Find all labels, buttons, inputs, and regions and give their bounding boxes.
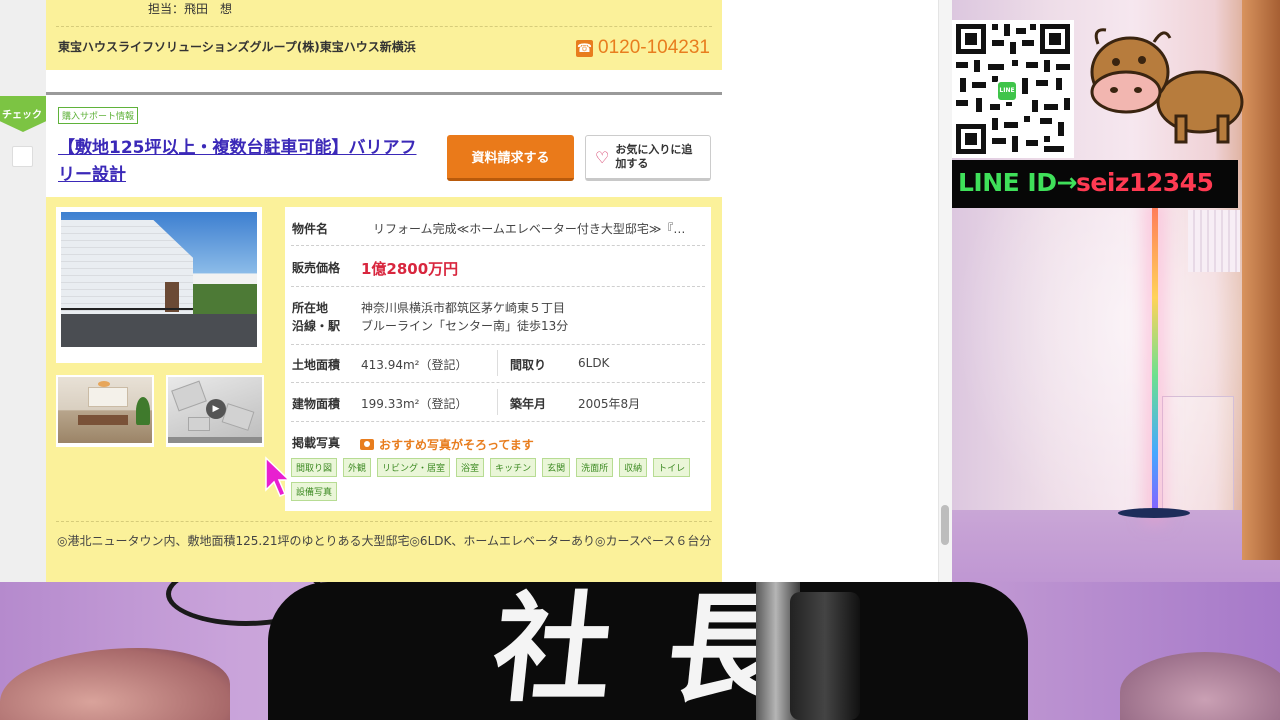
location-label: 所在地 [292, 301, 329, 315]
listing-description: ◎港北ニュータウン内、敷地面積125.21坪のゆとりある大型邸宅◎6LDK、ホー… [57, 534, 712, 548]
previous-listing-footer: 担当：飛田 想 東宝ハウスライフソリューションズグループ(株)東宝ハウス新横浜 … [46, 0, 722, 70]
rgb-floor-lamp [1152, 205, 1158, 515]
heart-icon: ♡ [595, 147, 610, 167]
photo-tag[interactable]: キッチン [490, 458, 537, 477]
photo-tag[interactable]: 浴室 [456, 458, 485, 477]
photo-tag[interactable]: 間取り図 [291, 458, 338, 477]
layout-value: 6LDK [578, 356, 610, 370]
recommended-photos-note: おすすめ写真がそろってます [360, 436, 534, 453]
add-favorite-button[interactable]: ♡ お気に入りに追加する [585, 135, 711, 181]
listing-body: ▶ 物件名 リフォーム完成≪ホームエレベーター付き大型邸宅≫『… 販売価格 1億… [46, 197, 722, 582]
land-area-value: 413.94m²（登記） [361, 358, 468, 372]
scrollbar-track[interactable] [938, 0, 952, 582]
photos-note-text: おすすめ写真がそろってます [379, 438, 534, 452]
phone-icon: ☎ [576, 39, 593, 57]
property-name-value: リフォーム完成≪ホームエレベーター付き大型邸宅≫『… [373, 222, 686, 236]
photo-tag[interactable]: 設備写真 [291, 482, 338, 501]
main-photo[interactable] [56, 207, 262, 363]
left-gutter [0, 0, 46, 582]
purchase-support-badge: 購入サポート情報 [58, 107, 139, 124]
price-value: 1億2800万円 [361, 260, 459, 278]
building-area-value: 199.33m²（登記） [361, 397, 468, 411]
add-favorite-label: お気に入りに追加する [615, 143, 693, 170]
line-id-label: LINE ID→ [958, 168, 1077, 197]
thumbnail-video[interactable]: ▶ [166, 375, 264, 447]
line-id-banner: LINE ID→ seiz12345 [952, 160, 1238, 208]
request-info-button[interactable]: 資料請求する [447, 135, 574, 181]
property-name-label: 物件名 [292, 222, 329, 236]
cursor-arrow-icon [265, 456, 290, 497]
presenter-arm [0, 648, 230, 720]
line-station-value: ブルーライン「センター南」徒歩13分 [361, 319, 569, 333]
presenter-hand [1120, 652, 1280, 720]
compare-checkbox[interactable] [12, 146, 33, 167]
phone-contact[interactable]: ☎ 0120-104231 [576, 37, 710, 59]
photos-label: 掲載写真 [292, 436, 341, 450]
photo-tag[interactable]: 外観 [343, 458, 372, 477]
built-date-label: 築年月 [510, 397, 547, 411]
layout-label: 間取り [510, 358, 547, 372]
right-gutter [722, 0, 938, 582]
divider [56, 26, 712, 27]
webcam-presenter: 社長 [0, 582, 1280, 720]
play-icon[interactable]: ▶ [206, 399, 226, 419]
line-app-icon: LINE [996, 80, 1018, 102]
building-area-label: 建物面積 [292, 397, 341, 411]
photo-tag[interactable]: リビング・居室 [377, 458, 451, 477]
video-tour-image: ▶ [168, 377, 262, 443]
price-label: 販売価格 [292, 261, 341, 275]
listing-page: 担当：飛田 想 東宝ハウスライフソリューションズグループ(株)東宝ハウス新横浜 … [0, 0, 952, 582]
living-room-image [58, 377, 152, 443]
scrollbar-thumb[interactable] [941, 505, 949, 545]
land-area-label: 土地面積 [292, 358, 341, 372]
cow-mascot-illustration [1090, 28, 1244, 144]
photo-tag-list: 間取り図 外観 リビング・居室 浴室 キッチン 玄関 洗面所 収納 トイレ設備写真 [291, 458, 701, 501]
house-exterior-image [61, 212, 257, 347]
photo-tag[interactable]: 玄関 [542, 458, 571, 477]
microphone-arm [790, 592, 860, 720]
company-name: 東宝ハウスライフソリューションズグループ(株)東宝ハウス新横浜 [58, 40, 416, 54]
check-label: チェック [2, 110, 42, 121]
listing-header: 購入サポート情報 【敷地125坪以上・複数台駐車可能】バリアフリー設計 資料請求… [46, 95, 722, 197]
phone-number[interactable]: 0120-104231 [598, 37, 710, 59]
divider [56, 521, 712, 522]
line-id-value: seiz12345 [1076, 168, 1214, 197]
photo-tag[interactable]: トイレ [653, 458, 691, 477]
photo-tag[interactable]: 収納 [619, 458, 648, 477]
listing-title-link[interactable]: 【敷地125坪以上・複数台駐車可能】バリアフリー設計 [58, 135, 428, 189]
camera-icon [360, 439, 374, 450]
line-station-label: 沿線・駅 [292, 319, 341, 333]
built-date-value: 2005年8月 [578, 397, 641, 411]
agent-name: 担当：飛田 想 [148, 2, 233, 16]
property-info-table: 物件名 リフォーム完成≪ホームエレベーター付き大型邸宅≫『… 販売価格 1億28… [285, 207, 711, 511]
location-value: 神奈川県横浜市都筑区茅ケ崎東５丁目 [361, 301, 566, 315]
photo-tag[interactable]: 洗面所 [576, 458, 614, 477]
thumbnail-interior[interactable] [56, 375, 154, 447]
